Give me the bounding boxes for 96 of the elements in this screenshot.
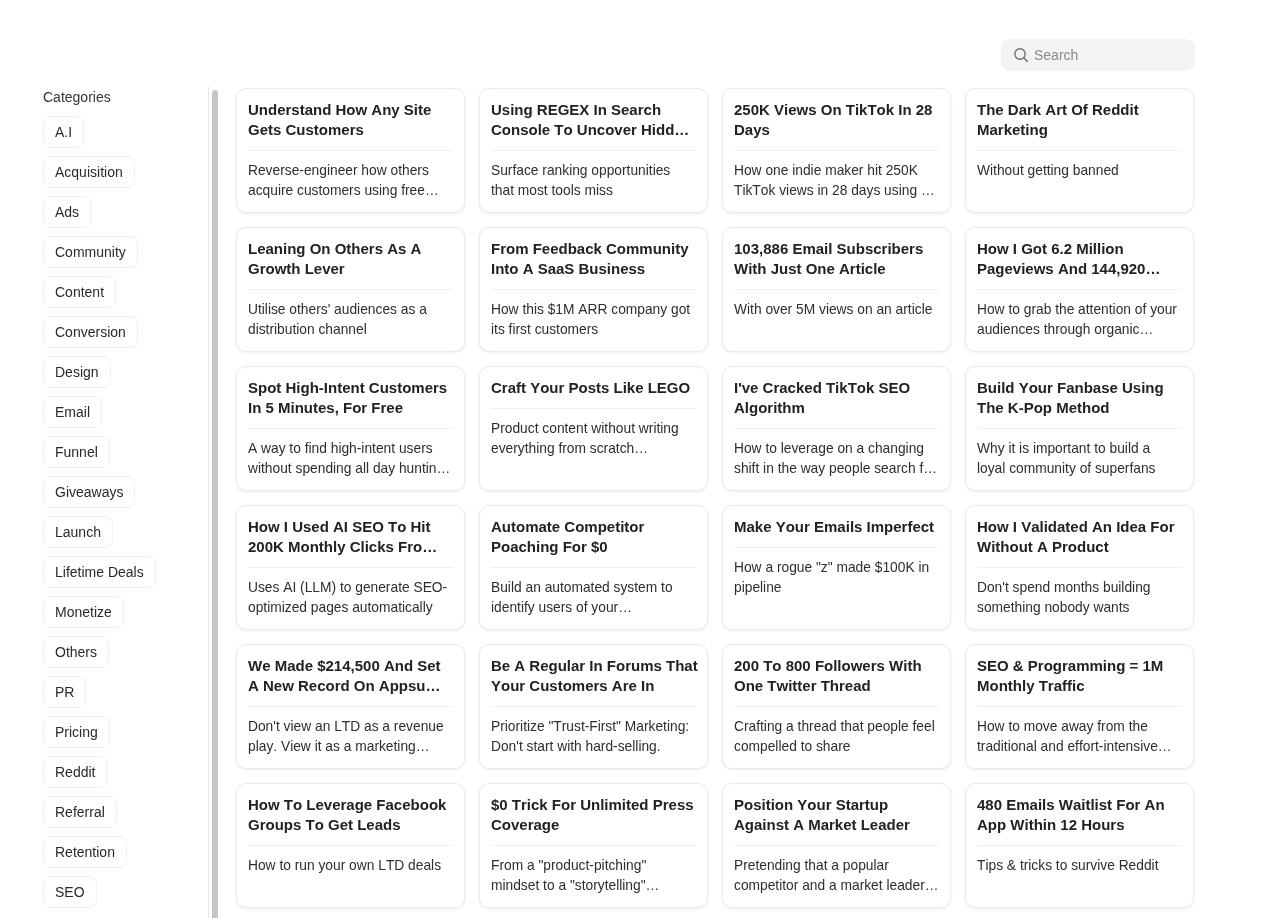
category-tag[interactable]: A.I: [43, 116, 85, 148]
card-description: From a "product-pitching" mindset to a "storytelling"…: [491, 857, 661, 895]
card-title: Leaning On Others As A Growth Lever: [248, 239, 423, 279]
category-tag[interactable]: SEO: [43, 876, 97, 908]
category-tag[interactable]: Conversion: [43, 316, 138, 348]
article-card[interactable]: Leaning On Others As A Growth Lever Utilise others' audiences as a distribution channel: [236, 227, 465, 352]
card-description: Build an automated system to identify users of your…: [491, 579, 674, 617]
category-tag[interactable]: Content: [43, 276, 117, 308]
article-card[interactable]: 250K Views On TikTok In 28 Days How one indie maker hit 250K TikTok views in 28 days using …: [722, 88, 951, 213]
card-title: The Dark Art Of Reddit Marketing: [977, 100, 1140, 140]
article-card[interactable]: Build Your Fanbase Using The K-Pop Method Why it is important to build a loyal community of superfans: [965, 366, 1194, 491]
card-description: A way to find high-intent users without spending all day huntin…: [248, 440, 452, 478]
card-description: Surface ranking opportunities that most tools miss: [491, 162, 672, 200]
search-field[interactable]: Search: [1001, 39, 1195, 71]
article-card[interactable]: 200 To 800 Followers With One Twitter Thread Crafting a thread that people feel compelled to share: [722, 644, 951, 769]
article-card[interactable]: Spot High-Intent Customers In 5 Minutes, For Free A way to find high-intent users without spending all day huntin…: [236, 366, 465, 491]
card-description: Crafting a thread that people feel compelled to share: [734, 718, 936, 756]
card-title: 103,886 Email Subscribers With Just One Article: [734, 239, 925, 279]
article-card[interactable]: From Feedback Community Into A SaaS Business How this $1M ARR company got its first customers: [479, 227, 708, 352]
article-card[interactable]: Position Your Startup Against A Market Leader Pretending that a popular competitor and a market leader…: [722, 783, 951, 908]
card-title: SEO & Programming = 1M Monthly Traffic: [977, 656, 1165, 696]
article-card[interactable]: $0 Trick For Unlimited Press Coverage From a "product-pitching" mindset to a "storytelling"…: [479, 783, 708, 908]
card-description: How to grab the attention of your audiences through organic…: [977, 301, 1178, 339]
card-title: How I Used AI SEO To Hit 200K Monthly Clicks Fro…: [248, 517, 439, 557]
category-tag[interactable]: Lifetime Deals: [43, 556, 156, 588]
card-title: 200 To 800 Followers With One Twitter Thread: [734, 656, 923, 696]
card-title: Using REGEX In Search Console To Uncover Hidd…: [491, 100, 691, 140]
card-title: 480 Emails Waitlist For An App Within 12 Hours: [977, 795, 1166, 835]
article-card[interactable]: Using REGEX In Search Console To Uncover Hidd… Surface ranking opportunities that most tools miss: [479, 88, 708, 213]
card-title: Be A Regular In Forums That Your Customers Are In: [491, 656, 699, 696]
card-title: Build Your Fanbase Using The K-Pop Method: [977, 378, 1165, 418]
card-description: Pretending that a popular competitor and a market leader…: [734, 857, 939, 895]
card-description: Without getting banned: [977, 162, 1120, 180]
article-card[interactable]: How I Used AI SEO To Hit 200K Monthly Clicks Fro… Uses AI (LLM) to generate SEO-optimized pages automatically: [236, 505, 465, 630]
card-title: Automate Competitor Poaching For $0: [491, 517, 646, 557]
card-description: Why it is important to build a loyal community of superfans: [977, 440, 1157, 478]
article-card[interactable]: 480 Emails Waitlist For An App Within 12 Hours Tips & tricks to survive Reddit: [965, 783, 1194, 908]
article-card[interactable]: I've Cracked TikTok SEO Algorithm How to leverage on a changing shift in the way people search f…: [722, 366, 951, 491]
article-card[interactable]: Automate Competitor Poaching For $0 Build an automated system to identify users of your…: [479, 505, 708, 630]
category-tag[interactable]: Others: [43, 636, 109, 668]
category-tag[interactable]: Design: [43, 356, 111, 388]
category-tag[interactable]: Community: [43, 236, 138, 268]
card-description: How one indie maker hit 250K TikTok views in 28 days using …: [734, 162, 936, 200]
search-icon: [1014, 48, 1028, 62]
category-tag[interactable]: Launch: [43, 516, 113, 548]
card-description: Reverse-engineer how others acquire customers using free…: [248, 162, 440, 200]
card-description: Don't view an LTD as a revenue play. View it as a marketing…: [248, 718, 445, 756]
card-description: Don't spend months building something nobody wants: [977, 579, 1152, 617]
card-description: Product content without writing everything from scratch…: [491, 420, 680, 458]
article-card[interactable]: SEO & Programming = 1M Monthly Traffic How to move away from the traditional and effort-intensive…: [965, 644, 1194, 769]
card-description: How to run your own LTD deals: [248, 857, 443, 875]
card-title: We Made $214,500 And Set A New Record On Appsu…: [248, 656, 442, 696]
card-title: How To Leverage Facebook Groups To Get Leads: [248, 795, 448, 835]
card-description: Uses AI (LLM) to generate SEO-optimized pages automatically: [248, 579, 449, 617]
article-card[interactable]: Be A Regular In Forums That Your Customers Are In Prioritize "Trust-First" Marketing: Don't start with hard-selling.: [479, 644, 708, 769]
card-title: I've Cracked TikTok SEO Algorithm: [734, 378, 912, 418]
article-card[interactable]: 103,886 Email Subscribers With Just One Article With over 5M views on an article: [722, 227, 951, 352]
card-description: How to move away from the traditional and effort-intensive…: [977, 718, 1173, 756]
article-card[interactable]: We Made $214,500 And Set A New Record On Appsu… Don't view an LTD as a revenue play. View it as a marketing…: [236, 644, 465, 769]
card-title: From Feedback Community Into A SaaS Business: [491, 239, 690, 279]
card-title: How I Got 6.2 Million Pageviews And 144,920…: [977, 239, 1162, 279]
article-card[interactable]: How I Got 6.2 Million Pageviews And 144,920… How to grab the attention of your audiences through organic…: [965, 227, 1194, 352]
article-card[interactable]: Craft Your Posts Like LEGO Product content without writing everything from scratch…: [479, 366, 708, 491]
card-description: With over 5M views on an article: [734, 301, 934, 319]
card-description: How to leverage on a changing shift in the way people search f…: [734, 440, 938, 478]
article-card[interactable]: The Dark Art Of Reddit Marketing Without getting banned: [965, 88, 1194, 213]
card-description: Prioritize "Trust-First" Marketing: Don't start with hard-selling.: [491, 718, 691, 756]
card-description: How a rogue "z" made $100K in pipeline: [734, 559, 931, 597]
card-title: 250K Views On TikTok In 28 Days: [734, 100, 934, 140]
card-title: Make Your Emails Imperfect: [734, 517, 936, 537]
article-card[interactable]: How I Validated An Idea For Without A Product Don't spend months building something nobody wants: [965, 505, 1194, 630]
article-card[interactable]: Make Your Emails Imperfect How a rogue "z" made $100K in pipeline: [722, 505, 951, 630]
card-title: $0 Trick For Unlimited Press Coverage: [491, 795, 695, 835]
category-tag[interactable]: Pricing: [43, 716, 110, 748]
card-title: Spot High-Intent Customers In 5 Minutes, For Free: [248, 378, 449, 418]
card-description: Utilise others' audiences as a distribution channel: [248, 301, 428, 339]
category-tag[interactable]: Ads: [43, 196, 92, 228]
article-card[interactable]: Understand How Any Site Gets Customers Reverse-engineer how others acquire customers using free…: [236, 88, 465, 213]
category-tag[interactable]: Retention: [43, 836, 127, 868]
category-tag[interactable]: Referral: [43, 796, 117, 828]
category-tag[interactable]: PR: [43, 676, 87, 708]
card-title: Understand How Any Site Gets Customers: [248, 100, 433, 140]
category-tag[interactable]: Reddit: [43, 756, 108, 788]
scrollbar-thumb[interactable]: [212, 90, 218, 918]
category-tag[interactable]: Email: [43, 396, 102, 428]
categories-heading: Categories: [43, 88, 111, 107]
category-tag[interactable]: Monetize: [43, 596, 124, 628]
card-title: Craft Your Posts Like LEGO: [491, 378, 692, 398]
card-description: Tips & tricks to survive Reddit: [977, 857, 1160, 875]
category-tag[interactable]: Funnel: [43, 436, 110, 468]
article-card[interactable]: How To Leverage Facebook Groups To Get Leads How to run your own LTD deals: [236, 783, 465, 908]
card-description: How this $1M ARR company got its first customers: [491, 301, 692, 339]
category-tag[interactable]: Giveaways: [43, 476, 136, 508]
card-title: How I Validated An Idea For Without A Product: [977, 517, 1176, 557]
category-tag[interactable]: Acquisition: [43, 156, 135, 188]
card-title: Position Your Startup Against A Market Leader: [734, 795, 911, 835]
